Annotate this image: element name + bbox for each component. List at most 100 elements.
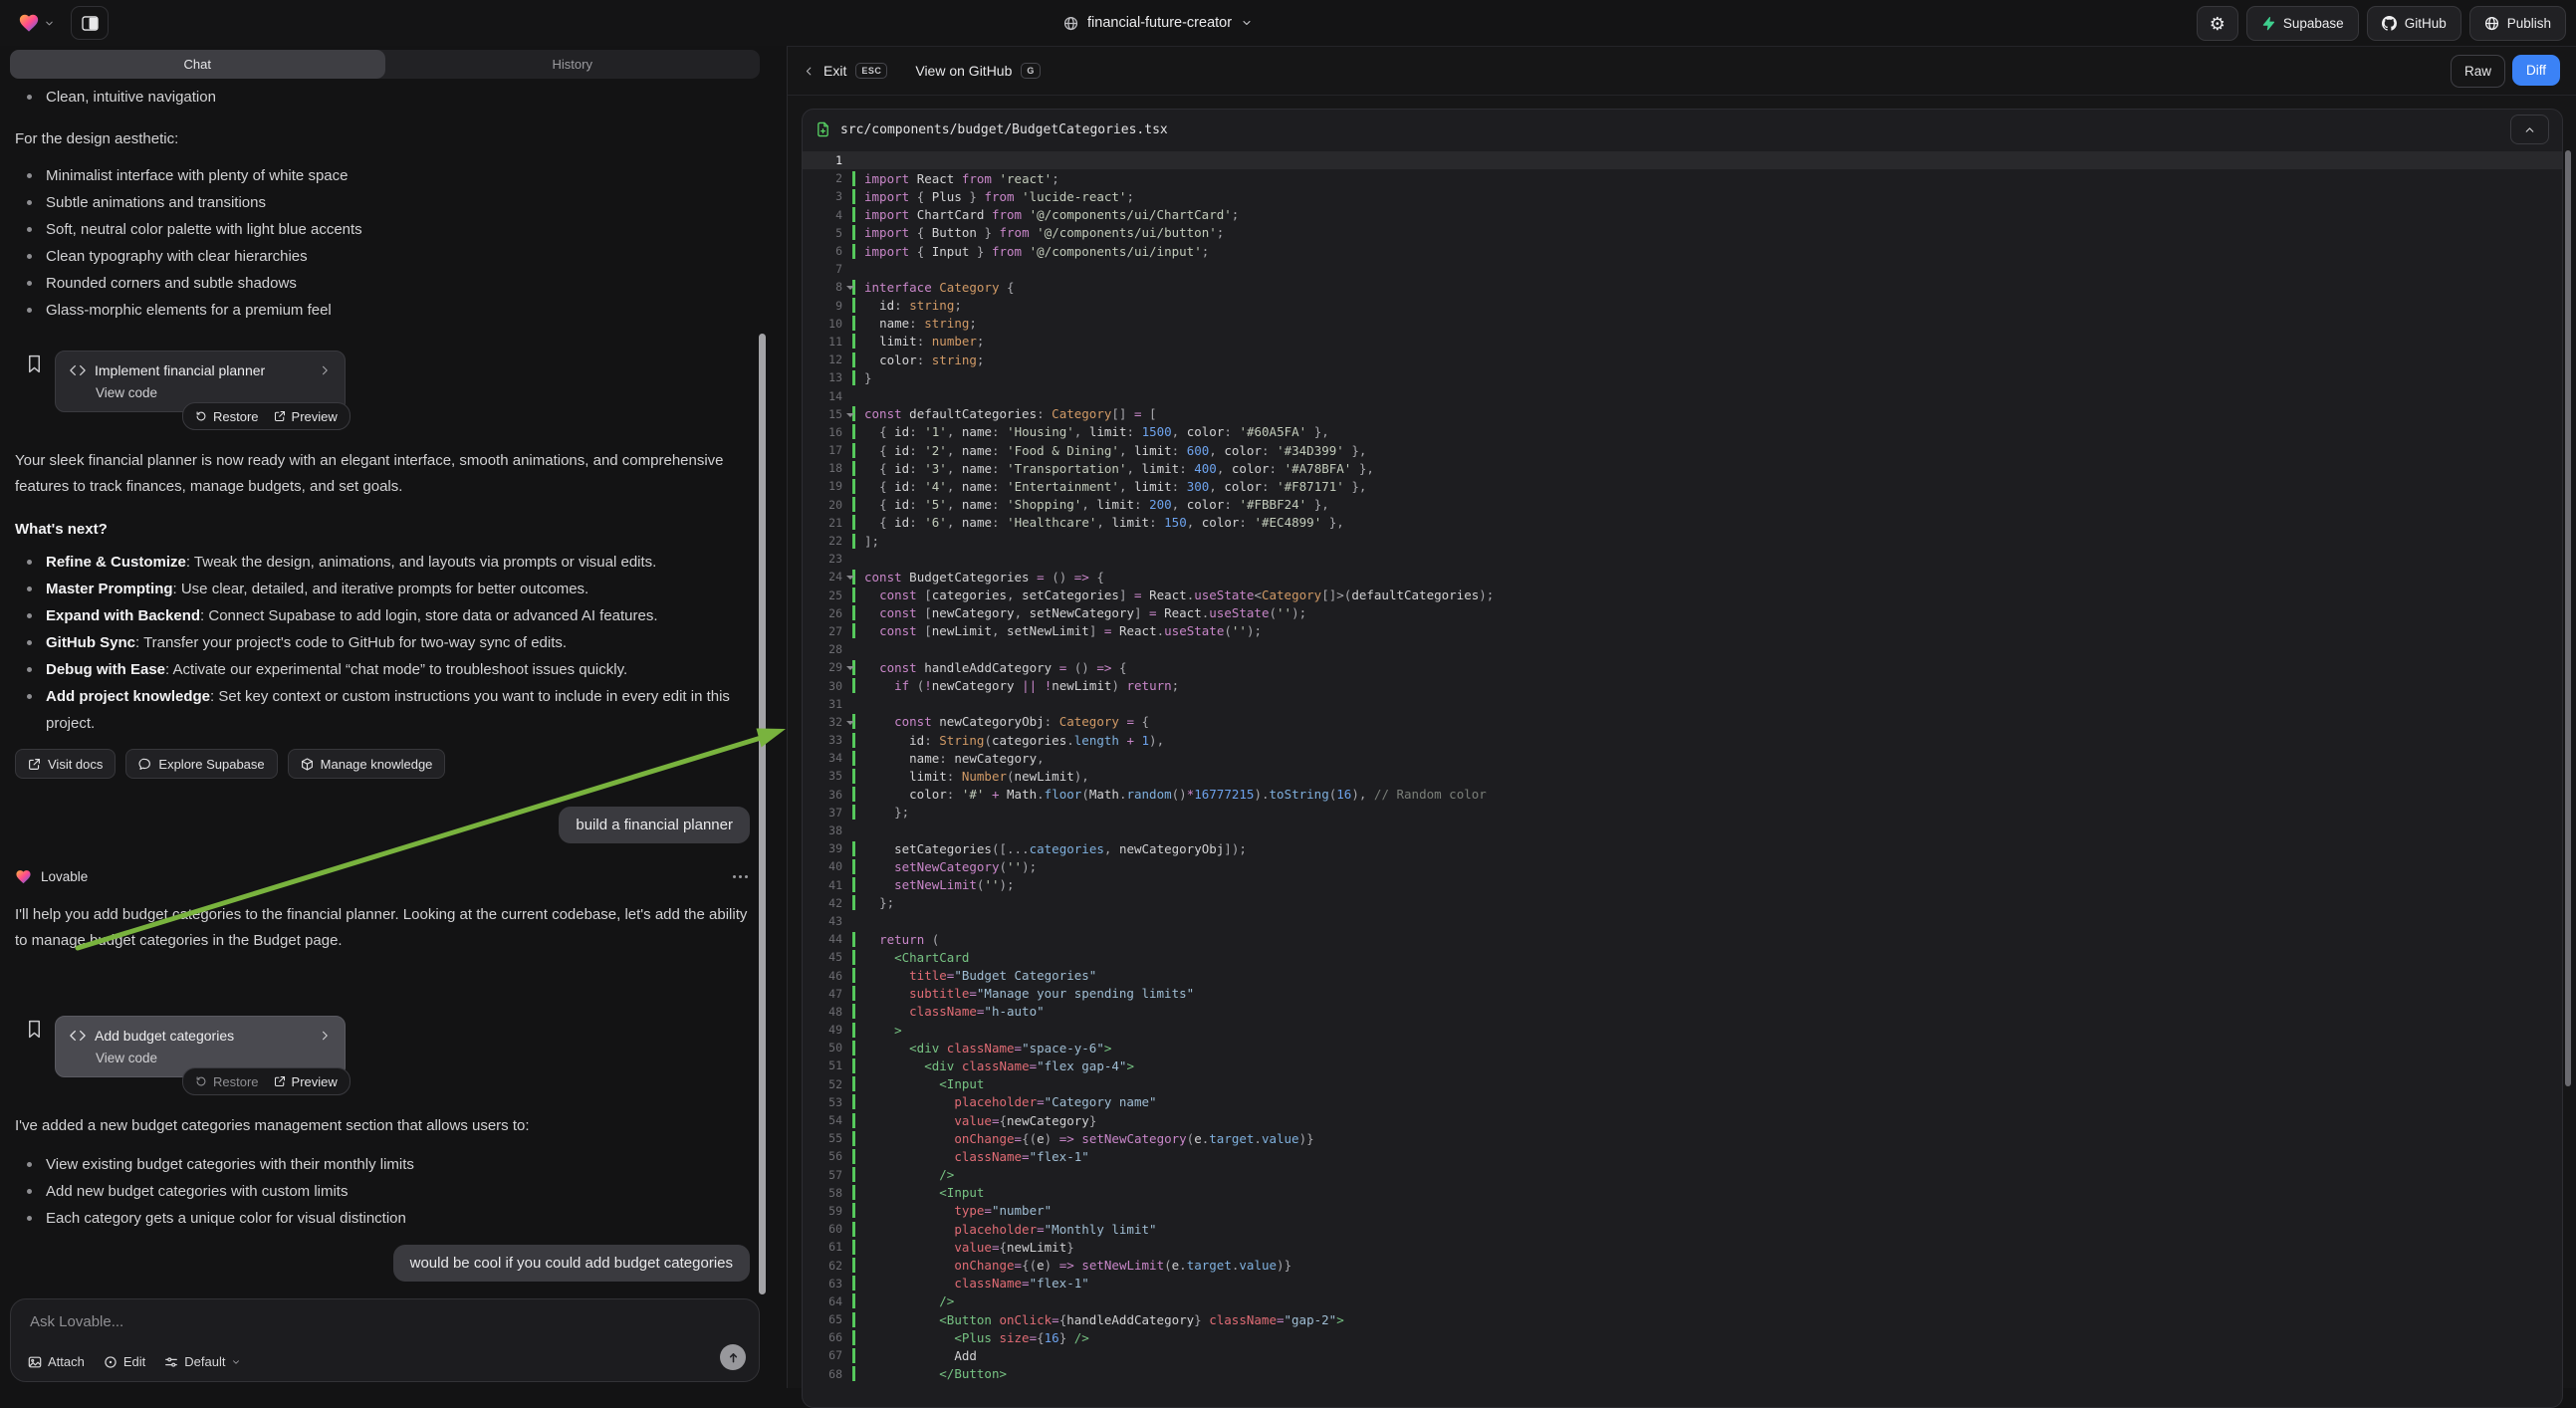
- fold-chevron-icon[interactable]: [846, 721, 854, 725]
- added-bullet-list: View existing budget categories with the…: [15, 1151, 742, 1232]
- github-button-label: GitHub: [2405, 16, 2447, 31]
- code-scrollbar[interactable]: [2565, 150, 2571, 1086]
- restore-icon: [195, 1075, 207, 1087]
- line-number: 65: [803, 1312, 852, 1326]
- code-line: 17 { id: '2', name: 'Food & Dining', lim…: [803, 441, 2562, 459]
- code-line: 15const defaultCategories: Category[] = …: [803, 405, 2562, 423]
- code-text: <Input: [852, 1076, 2562, 1091]
- line-number: 1: [803, 153, 852, 167]
- chat-scrollbar[interactable]: [759, 334, 766, 1294]
- restore-label: Restore: [213, 409, 259, 424]
- user-message: build a financial planner: [559, 807, 750, 843]
- supabase-button-label: Supabase: [2283, 16, 2344, 31]
- chevron-down-icon: [231, 1357, 241, 1367]
- line-number: 53: [803, 1095, 852, 1109]
- edit-button[interactable]: Edit: [104, 1354, 145, 1369]
- code-line: 65 <Button onClick={handleAddCategory} c…: [803, 1310, 2562, 1328]
- line-number: 35: [803, 769, 852, 783]
- code-text: import ChartCard from '@/components/ui/C…: [852, 207, 2562, 222]
- code-text: interface Category {: [852, 280, 2562, 295]
- code-line: 23: [803, 550, 2562, 568]
- code-text: const [categories, setCategories] = Reac…: [852, 587, 2562, 602]
- chevron-left-icon: [804, 65, 815, 78]
- line-number: 5: [803, 226, 852, 240]
- visit-docs-button[interactable]: Visit docs: [15, 749, 116, 779]
- fold-chevron-icon[interactable]: [846, 413, 854, 417]
- line-number: 64: [803, 1294, 852, 1308]
- code-line: 54 value={newCategory}: [803, 1111, 2562, 1129]
- mode-selector[interactable]: Default: [164, 1354, 241, 1369]
- code-line: 47 subtitle="Manage your spending limits…: [803, 985, 2562, 1003]
- code-line: 52 <Input: [803, 1075, 2562, 1093]
- code-line: 62 onChange={(e) => setNewLimit(e.target…: [803, 1256, 2562, 1274]
- send-button[interactable]: [720, 1344, 746, 1370]
- line-number: 18: [803, 461, 852, 475]
- github-button[interactable]: GitHub: [2367, 6, 2461, 41]
- restore-icon: [195, 410, 207, 422]
- code-line: 35 limit: Number(newLimit),: [803, 767, 2562, 785]
- collapse-file-button[interactable]: [2510, 115, 2549, 144]
- restore-button[interactable]: Restore: [195, 409, 259, 424]
- manage-knowledge-button[interactable]: Manage knowledge: [288, 749, 446, 779]
- raw-toggle-button[interactable]: Raw: [2451, 55, 2505, 88]
- bookmark-icon[interactable]: [26, 354, 43, 373]
- code-text: onChange={(e) => setNewCategory(e.target…: [852, 1131, 2562, 1146]
- code-line: 34 name: newCategory,: [803, 749, 2562, 767]
- supabase-button[interactable]: Supabase: [2246, 6, 2359, 41]
- version-card-title: Implement financial planner: [95, 362, 265, 378]
- code-line: 67 Add: [803, 1346, 2562, 1364]
- line-number: 7: [803, 262, 852, 276]
- preview-button[interactable]: Preview: [274, 1074, 338, 1089]
- attach-button[interactable]: Attach: [28, 1354, 85, 1369]
- code-line: 49 >: [803, 1021, 2562, 1039]
- diff-toggle-button[interactable]: Diff: [2512, 55, 2560, 86]
- code-line: 14: [803, 386, 2562, 404]
- code-line: 41 setNewLimit('');: [803, 876, 2562, 894]
- line-number: 58: [803, 1186, 852, 1200]
- user-message: would be cool if you could add budget ca…: [393, 1245, 750, 1282]
- fold-chevron-icon[interactable]: [846, 286, 854, 290]
- mode-label: Default: [184, 1354, 225, 1369]
- visit-docs-label: Visit docs: [48, 757, 103, 772]
- view-code-link[interactable]: View code: [96, 1051, 331, 1065]
- line-number: 26: [803, 606, 852, 620]
- publish-button-label: Publish: [2507, 16, 2551, 31]
- code-text: color: '#' + Math.floor(Math.random()*16…: [852, 787, 2562, 802]
- line-number: 9: [803, 299, 852, 313]
- code-line: 45 <ChartCard: [803, 948, 2562, 966]
- code-line: 39 setCategories([...categories, newCate…: [803, 839, 2562, 857]
- line-number: 21: [803, 516, 852, 530]
- chat-input[interactable]: [28, 1312, 530, 1331]
- explore-supabase-button[interactable]: Explore Supabase: [125, 749, 277, 779]
- code-text: ];: [852, 534, 2562, 549]
- line-number: 40: [803, 859, 852, 873]
- bullet-item: Refine & Customize: Tweak the design, an…: [15, 549, 747, 576]
- attach-label: Attach: [48, 1354, 85, 1369]
- line-number: 67: [803, 1348, 852, 1362]
- view-code-link[interactable]: View code: [96, 385, 331, 400]
- line-number: 32: [803, 715, 852, 729]
- bullet-item: Add new budget categories with custom li…: [15, 1178, 742, 1205]
- fold-chevron-icon[interactable]: [846, 576, 854, 580]
- code-line: 6import { Input } from '@/components/ui/…: [803, 242, 2562, 260]
- bullet-item: Add project knowledge: Set key context o…: [15, 683, 747, 737]
- restore-button[interactable]: Restore: [195, 1074, 259, 1089]
- fold-chevron-icon[interactable]: [846, 666, 854, 670]
- publish-button[interactable]: Publish: [2469, 6, 2566, 41]
- code-line: 26 const [newCategory, setNewCategory] =…: [803, 604, 2562, 622]
- exit-button[interactable]: Exit ESC: [804, 63, 887, 79]
- code-text: />: [852, 1293, 2562, 1308]
- bookmark-icon[interactable]: [26, 1020, 43, 1039]
- code-text: { id: '2', name: 'Food & Dining', limit:…: [852, 443, 2562, 458]
- code-line: 19 { id: '4', name: 'Entertainment', lim…: [803, 477, 2562, 495]
- target-icon: [104, 1355, 117, 1369]
- code-line: 9 id: string;: [803, 297, 2562, 315]
- view-on-github-button[interactable]: View on GitHub G: [915, 63, 1041, 79]
- more-options-icon[interactable]: [733, 875, 748, 878]
- code-text: className="h-auto": [852, 1004, 2562, 1019]
- preview-button[interactable]: Preview: [274, 409, 338, 424]
- code-text: name: string;: [852, 316, 2562, 331]
- supabase-icon: [2261, 16, 2275, 31]
- settings-button[interactable]: ⚙: [2197, 6, 2238, 41]
- project-switcher[interactable]: financial-future-creator: [1063, 0, 1253, 46]
